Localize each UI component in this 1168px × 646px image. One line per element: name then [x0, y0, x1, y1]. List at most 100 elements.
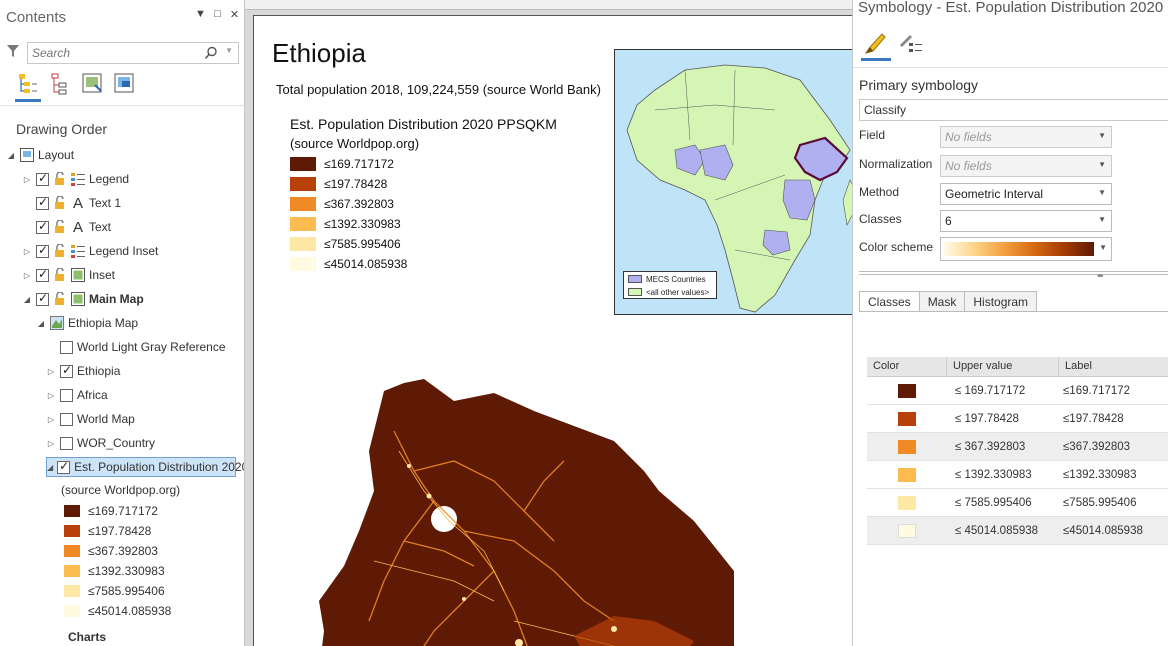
upper-value-cell[interactable]: ≤ 45014.085938 — [947, 525, 1059, 537]
layout-title-text[interactable]: Ethiopia — [272, 38, 366, 69]
layout-legend-item[interactable]: ≤367.392803 — [290, 196, 394, 212]
expand-icon[interactable]: ▷ — [46, 367, 56, 376]
visibility-checkbox[interactable] — [36, 291, 49, 306]
visibility-checkbox[interactable] — [36, 219, 49, 234]
tree-item-legend-inset[interactable]: ▷ Legend Inset — [22, 241, 158, 261]
tree-item-legend[interactable]: ▷ Legend — [22, 169, 129, 189]
tree-item-charts[interactable]: Charts — [68, 627, 106, 646]
label-cell[interactable]: ≤367.392803 — [1059, 441, 1168, 453]
tab-classes[interactable]: Classes — [859, 291, 920, 312]
table-row[interactable]: ≤ 45014.085938 ≤45014.085938 — [867, 517, 1168, 545]
pane-menu-icon[interactable]: ▼ — [195, 8, 206, 21]
lock-icon[interactable] — [53, 196, 67, 210]
upper-value-cell[interactable]: ≤ 197.78428 — [947, 413, 1059, 425]
dropdown-arrow-icon[interactable]: ▼ — [1098, 188, 1106, 197]
layout-legend-item[interactable]: ≤197.78428 — [290, 176, 387, 192]
legend-title[interactable]: Est. Population Distribution 2020 PPSQKM — [290, 116, 557, 132]
expand-icon[interactable]: ▷ — [22, 271, 32, 280]
search-box[interactable]: ▼ — [27, 42, 239, 64]
tree-item-wor-country[interactable]: ▷ WOR_Country — [46, 433, 155, 453]
primary-symbology-tab[interactable] — [861, 31, 891, 61]
class-color-swatch[interactable] — [898, 523, 916, 538]
inset-map-frame[interactable]: MECS Countries <all other values> — [614, 49, 852, 315]
expand-icon[interactable]: ▷ — [46, 415, 56, 424]
tree-item-text[interactable]: A Text — [36, 217, 111, 237]
pane-maximize-icon[interactable]: □ — [212, 8, 223, 21]
legend-source[interactable]: (source Worldpop.org) — [290, 136, 419, 151]
lock-icon[interactable] — [53, 244, 67, 258]
legend-class-row[interactable]: ≤7585.995406 — [64, 581, 165, 601]
inset-legend[interactable]: MECS Countries <all other values> — [623, 271, 717, 299]
expand-icon[interactable]: ▷ — [22, 247, 32, 256]
layout-page[interactable]: Ethiopia Total population 2018, 109,224,… — [253, 15, 852, 646]
tree-item-est-population[interactable]: ◢ Est. Population Distribution 2020 PPSQ… — [46, 457, 244, 477]
class-color-swatch[interactable] — [898, 467, 916, 482]
color-scheme-dropdown[interactable]: ▼ — [940, 237, 1112, 261]
collapse-icon[interactable]: ◢ — [22, 295, 32, 304]
dropdown-arrow-icon[interactable]: ▼ — [1099, 243, 1107, 252]
class-swatch[interactable] — [64, 545, 80, 557]
layout-legend-item[interactable]: ≤7585.995406 — [290, 236, 401, 252]
panel-splitter[interactable] — [859, 271, 1168, 275]
list-by-source-tab[interactable] — [82, 73, 102, 95]
class-swatch[interactable] — [64, 505, 80, 517]
drawing-order-tab[interactable] — [15, 73, 41, 102]
column-header-color[interactable]: Color — [867, 357, 947, 376]
legend-class-row[interactable]: ≤367.392803 — [64, 541, 158, 561]
visibility-checkbox[interactable] — [36, 195, 49, 210]
vary-symbology-tab[interactable] — [897, 31, 923, 57]
dropdown-arrow-icon[interactable]: ▼ — [1098, 215, 1106, 224]
legend-class-row[interactable]: ≤1392.330983 — [64, 561, 165, 581]
filter-icon[interactable] — [6, 44, 20, 58]
visibility-checkbox[interactable] — [36, 171, 49, 186]
lock-icon[interactable] — [53, 172, 67, 186]
collapse-icon[interactable]: ◢ — [36, 319, 46, 328]
tree-item-world-map[interactable]: ▷ World Map — [46, 409, 135, 429]
label-cell[interactable]: ≤7585.995406 — [1059, 497, 1168, 509]
class-swatch[interactable] — [64, 565, 80, 577]
list-by-layout-tab[interactable] — [114, 73, 134, 95]
label-cell[interactable]: ≤197.78428 — [1059, 413, 1168, 425]
method-dropdown[interactable]: Geometric Interval ▼ — [940, 183, 1112, 205]
tree-item-ethiopia[interactable]: ▷ Ethiopia — [46, 361, 120, 381]
tree-item-world-light-gray[interactable]: World Light Gray Reference — [60, 337, 226, 357]
layout-legend-item[interactable]: ≤169.717172 — [290, 156, 394, 172]
class-swatch[interactable] — [64, 585, 80, 597]
tree-item-main-map[interactable]: ◢ Main Map — [22, 289, 144, 309]
lock-icon[interactable] — [53, 292, 67, 306]
tree-item-inset[interactable]: ▷ Inset — [22, 265, 115, 285]
upper-value-cell[interactable]: ≤ 169.717172 — [947, 385, 1059, 397]
upper-value-cell[interactable]: ≤ 7585.995406 — [947, 497, 1059, 509]
label-cell[interactable]: ≤1392.330983 — [1059, 469, 1168, 481]
layout-legend-item[interactable]: ≤1392.330983 — [290, 216, 401, 232]
splitter-grip-icon[interactable]: ••• — [1097, 271, 1103, 282]
label-cell[interactable]: ≤169.717172 — [1059, 385, 1168, 397]
visibility-checkbox[interactable] — [60, 340, 73, 354]
layout-subtitle-text[interactable]: Total population 2018, 109,224,559 (sour… — [276, 82, 601, 97]
visibility-checkbox[interactable] — [57, 459, 71, 474]
table-row[interactable]: ≤ 1392.330983 ≤1392.330983 — [867, 461, 1168, 489]
table-row[interactable]: ≤ 197.78428 ≤197.78428 — [867, 405, 1168, 433]
search-icon[interactable] — [204, 46, 218, 60]
lock-icon[interactable] — [53, 220, 67, 234]
classes-dropdown[interactable]: 6 ▼ — [940, 210, 1112, 232]
search-options-icon[interactable]: ▼ — [225, 46, 233, 55]
collapse-icon[interactable]: ◢ — [6, 151, 16, 160]
visibility-checkbox[interactable] — [60, 388, 73, 402]
tree-item-text1[interactable]: A Text 1 — [36, 193, 121, 213]
class-swatch[interactable] — [64, 525, 80, 537]
table-row[interactable]: ≤ 7585.995406 ≤7585.995406 — [867, 489, 1168, 517]
class-color-swatch[interactable] — [898, 411, 916, 426]
upper-value-cell[interactable]: ≤ 367.392803 — [947, 441, 1059, 453]
visibility-checkbox[interactable] — [60, 363, 73, 378]
expand-icon[interactable]: ▷ — [46, 439, 56, 448]
visibility-checkbox[interactable] — [60, 436, 73, 450]
pane-close-icon[interactable]: ✕ — [229, 8, 240, 21]
selection-tab[interactable] — [50, 73, 70, 95]
label-cell[interactable]: ≤45014.085938 — [1059, 525, 1168, 537]
class-color-swatch[interactable] — [898, 495, 916, 510]
expand-icon[interactable]: ▷ — [22, 175, 32, 184]
symbology-method-select[interactable]: Classify — [859, 99, 1168, 121]
tree-item-ethiopia-map[interactable]: ◢ Ethiopia Map — [36, 313, 138, 333]
table-row[interactable]: ≤ 169.717172 ≤169.717172 — [867, 377, 1168, 405]
